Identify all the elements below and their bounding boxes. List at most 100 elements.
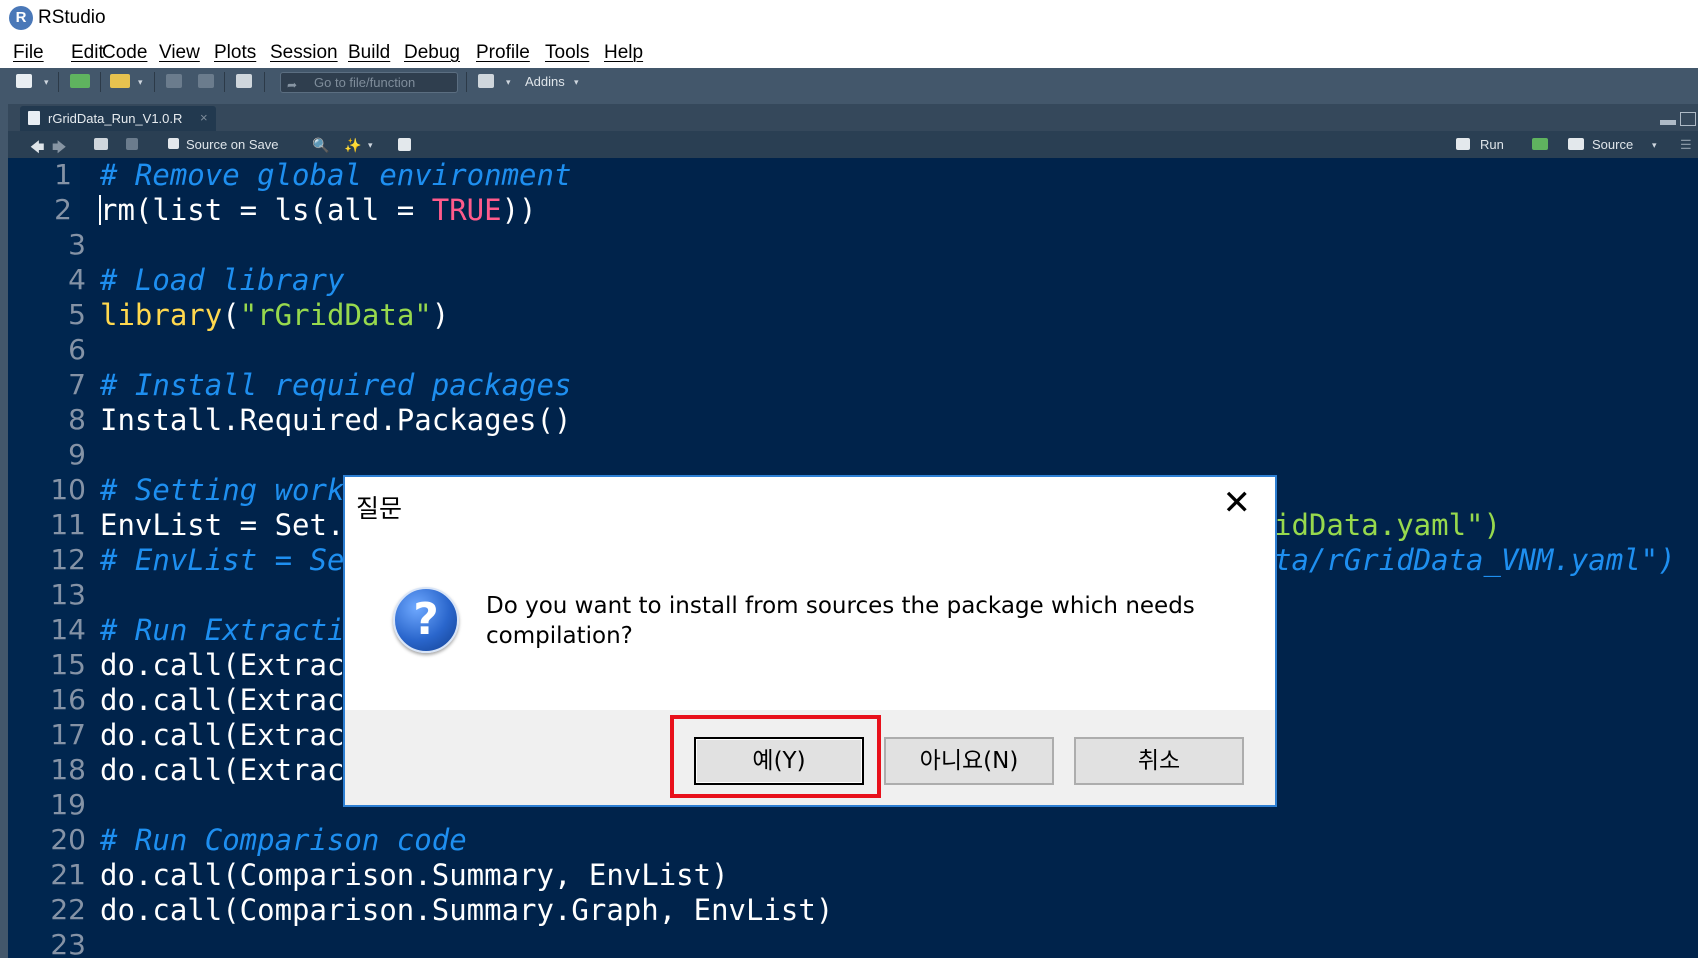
line-number: 14 <box>50 613 86 646</box>
run-button[interactable]: Run <box>1480 137 1504 152</box>
code-line: 5 library("rGridData") <box>8 298 1698 333</box>
toolbar-divider <box>466 72 467 92</box>
code-text: do.call(Extrac <box>100 683 345 717</box>
go-to-file-input[interactable]: ➦ Go to file/function <box>280 72 458 93</box>
editor-tab-bar: rGridData_Run_V1.0.R × <box>8 104 1698 131</box>
code-text: do.call(Extrac <box>100 648 345 682</box>
line-number: 3 <box>68 228 86 261</box>
code-text: # Run Extracti <box>100 613 345 647</box>
line-number: 22 <box>50 893 86 926</box>
code-text: # Install required packages <box>100 368 572 402</box>
line-number: 13 <box>50 578 86 611</box>
code-line: 20 # Run Comparison code <box>8 823 1698 858</box>
window-title: RStudio <box>38 7 106 28</box>
grid-layout-icon[interactable] <box>478 74 494 88</box>
menu-bar: File Edit Code View Plots Session Build … <box>0 38 1705 68</box>
code-line: 8 Install.Required.Packages() <box>8 403 1698 438</box>
minimize-pane-icon[interactable] <box>1660 120 1676 125</box>
source-icon[interactable] <box>1568 138 1584 150</box>
code-text: # Load library <box>100 263 345 297</box>
code-line: 21 do.call(Comparison.Summary, EnvList) <box>8 858 1698 893</box>
line-number: 12 <box>50 543 86 576</box>
menu-file[interactable]: File <box>13 42 44 64</box>
code-text: do.call(Extrac <box>100 718 345 752</box>
chevron-down-icon[interactable]: ▾ <box>44 77 49 88</box>
line-number: 1 <box>54 158 72 191</box>
code-line: 4 # Load library <box>8 263 1698 298</box>
save-icon[interactable] <box>166 74 182 88</box>
line-number: 17 <box>50 718 86 751</box>
run-icon[interactable] <box>1456 138 1470 150</box>
addins-menu[interactable]: Addins <box>525 74 565 89</box>
chevron-down-icon[interactable]: ▾ <box>506 77 511 88</box>
line-number: 9 <box>68 438 86 471</box>
menu-code[interactable]: Code <box>102 42 147 64</box>
title-bar: R RStudio <box>0 0 1705 38</box>
keyword-true: TRUE <box>431 193 502 227</box>
toolbar-divider <box>58 72 59 92</box>
menu-plots[interactable]: Plots <box>214 42 256 64</box>
open-folder-icon[interactable] <box>110 74 130 88</box>
line-number: 4 <box>68 263 86 296</box>
code-line: 9 <box>8 438 1698 473</box>
menu-tools[interactable]: Tools <box>545 42 589 64</box>
compile-report-icon[interactable] <box>398 138 411 151</box>
dialog-close-icon[interactable]: ✕ <box>1223 483 1252 523</box>
search-icon[interactable]: 🔍 <box>312 137 329 154</box>
code-line: 3 <box>8 228 1698 263</box>
cancel-button[interactable]: 취소 <box>1074 737 1244 785</box>
menu-help[interactable]: Help <box>604 42 643 64</box>
new-file-icon[interactable] <box>16 74 32 88</box>
line-number: 16 <box>50 683 86 716</box>
source-on-save-label: Source on Save <box>186 137 279 152</box>
show-in-window-icon[interactable] <box>94 138 108 150</box>
save-all-icon[interactable] <box>198 74 214 88</box>
line-number: 7 <box>68 368 86 401</box>
menu-profile[interactable]: Profile <box>476 42 530 64</box>
menu-debug[interactable]: Debug <box>404 42 460 64</box>
frame-right <box>1698 68 1705 958</box>
chevron-down-icon[interactable]: ▾ <box>574 77 579 88</box>
line-number: 8 <box>68 403 86 436</box>
go-to-file-placeholder: Go to file/function <box>314 75 416 90</box>
toolbar-divider <box>264 72 265 92</box>
maximize-pane-icon[interactable] <box>1680 112 1696 126</box>
new-project-icon[interactable] <box>70 74 90 88</box>
chevron-down-icon[interactable]: ▾ <box>1652 140 1657 151</box>
toolbar-divider <box>154 72 155 92</box>
code-line: 2 rm(list = ls(all = TRUE)) <box>8 193 1698 228</box>
code-text: # Remove global environment <box>100 158 572 192</box>
menu-view[interactable]: View <box>159 42 200 64</box>
editor-toolbar: 🡄 🡆 Source on Save 🔍 ✨ ▾ Run Source ▾ ☰ <box>8 131 1698 158</box>
rerun-icon[interactable] <box>1532 138 1548 150</box>
save-icon[interactable] <box>126 138 138 150</box>
no-button[interactable]: 아니요(N) <box>884 737 1054 785</box>
code-text: # Run Comparison code <box>100 823 467 857</box>
source-on-save-checkbox[interactable] <box>168 138 179 149</box>
dialog-title: 질문 <box>356 494 403 523</box>
line-number: 19 <box>50 788 86 821</box>
chevron-down-icon[interactable]: ▾ <box>138 77 143 88</box>
source-button[interactable]: Source <box>1592 137 1633 152</box>
menu-session[interactable]: Session <box>270 42 338 64</box>
editor-tab[interactable]: rGridData_Run_V1.0.R × <box>20 106 216 131</box>
line-number: 10 <box>50 473 86 506</box>
frame-left <box>0 68 8 958</box>
print-icon[interactable] <box>236 74 252 88</box>
tab-close-icon[interactable]: × <box>200 110 208 125</box>
code-line: 6 <box>8 333 1698 368</box>
code-text: do.call(Comparison.Summary, EnvList) <box>100 858 729 892</box>
line-number: 6 <box>68 333 86 366</box>
outline-icon[interactable]: ☰ <box>1680 137 1692 153</box>
code-text: EnvList = Set. <box>100 508 345 542</box>
chevron-down-icon[interactable]: ▾ <box>368 140 373 151</box>
dialog-message: Do you want to install from sources the … <box>486 593 1195 649</box>
code-text: # Setting work <box>100 473 345 507</box>
menu-build[interactable]: Build <box>348 42 390 64</box>
code-text-rm: rm(list = ls(all = TRUE)) <box>100 193 537 227</box>
magic-wand-icon[interactable]: ✨ <box>344 137 361 154</box>
toolbar-gap <box>8 96 1698 104</box>
code-text-library: library("rGridData") <box>100 298 450 332</box>
toolbar-divider <box>100 72 101 92</box>
menu-edit[interactable]: Edit <box>71 42 104 64</box>
